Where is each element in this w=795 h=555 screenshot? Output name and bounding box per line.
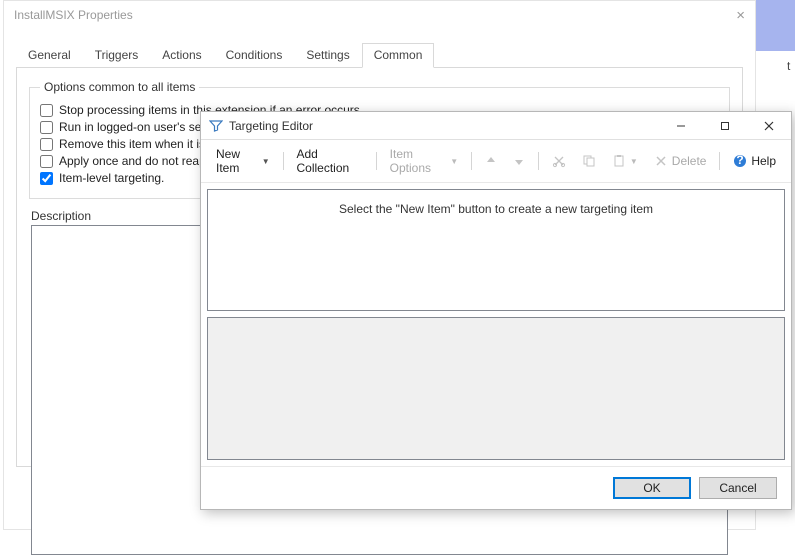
targeting-title: Targeting Editor <box>229 119 313 133</box>
delete-button: Delete <box>647 151 714 171</box>
checkbox-label: Item-level targeting. <box>59 171 164 185</box>
help-button[interactable]: ? Help <box>726 151 783 171</box>
item-options-button: Item Options ▼ <box>383 144 465 178</box>
chevron-down-icon: ▼ <box>262 157 270 166</box>
delete-icon <box>654 154 668 168</box>
targeting-list[interactable]: Select the "New Item" button to create a… <box>207 189 785 311</box>
dialog-buttons: OK Cancel <box>201 466 791 509</box>
window-buttons <box>659 112 791 139</box>
targeting-editor-dialog: Targeting Editor New Item ▼ Add Collecti… <box>200 111 792 510</box>
move-down-button <box>506 152 532 170</box>
filter-icon <box>209 119 223 133</box>
new-item-label: New Item <box>216 147 258 175</box>
svg-text:?: ? <box>737 154 744 167</box>
close-button[interactable] <box>747 112 791 139</box>
options-legend: Options common to all items <box>40 80 199 94</box>
move-up-button <box>478 152 504 170</box>
separator <box>283 152 284 170</box>
cut-button <box>545 151 573 171</box>
item-options-label: Item Options <box>390 147 447 175</box>
checkbox-label: Run in logged-on user's securi <box>59 120 221 134</box>
peek-char: t <box>787 58 795 76</box>
accent-strip <box>755 0 795 51</box>
help-label: Help <box>751 154 776 168</box>
copy-icon <box>582 154 596 168</box>
new-item-button[interactable]: New Item ▼ <box>209 144 277 178</box>
hint-text: Select the "New Item" button to create a… <box>339 202 653 216</box>
checkbox-input[interactable] <box>40 138 53 151</box>
help-icon: ? <box>733 154 747 168</box>
chevron-down-icon: ▼ <box>630 157 638 166</box>
cancel-button[interactable]: Cancel <box>699 477 777 499</box>
properties-titlebar: InstallMSIX Properties × <box>4 1 755 29</box>
ok-button[interactable]: OK <box>613 477 691 499</box>
copy-button <box>575 151 603 171</box>
checkbox-label: Apply once and do not reapply <box>59 154 221 168</box>
add-collection-button[interactable]: Add Collection <box>290 144 370 178</box>
tab-actions[interactable]: Actions <box>150 43 213 68</box>
paste-button: ▼ <box>605 151 645 171</box>
tabs: General Triggers Actions Conditions Sett… <box>4 43 755 68</box>
tab-general[interactable]: General <box>16 43 83 68</box>
properties-title: InstallMSIX Properties <box>14 8 133 22</box>
close-icon[interactable]: × <box>736 7 745 24</box>
checkbox-input[interactable] <box>40 172 53 185</box>
targeting-titlebar: Targeting Editor <box>201 112 791 140</box>
checkbox-input[interactable] <box>40 121 53 134</box>
delete-label: Delete <box>672 154 707 168</box>
paste-icon <box>612 154 626 168</box>
tab-conditions[interactable]: Conditions <box>214 43 295 68</box>
separator <box>538 152 539 170</box>
tab-common[interactable]: Common <box>362 43 435 68</box>
separator <box>719 152 720 170</box>
toolbar: New Item ▼ Add Collection Item Options ▼… <box>201 140 791 183</box>
maximize-button[interactable] <box>703 112 747 139</box>
tab-triggers[interactable]: Triggers <box>83 43 151 68</box>
chevron-down-icon: ▼ <box>450 157 458 166</box>
checkbox-input[interactable] <box>40 104 53 117</box>
detail-pane <box>207 317 785 460</box>
cut-icon <box>552 154 566 168</box>
checkbox-input[interactable] <box>40 155 53 168</box>
minimize-button[interactable] <box>659 112 703 139</box>
work-area: Select the "New Item" button to create a… <box>201 183 791 466</box>
separator <box>471 152 472 170</box>
separator <box>376 152 377 170</box>
checkbox-label: Remove this item when it is no <box>59 137 222 151</box>
tab-settings[interactable]: Settings <box>294 43 361 68</box>
